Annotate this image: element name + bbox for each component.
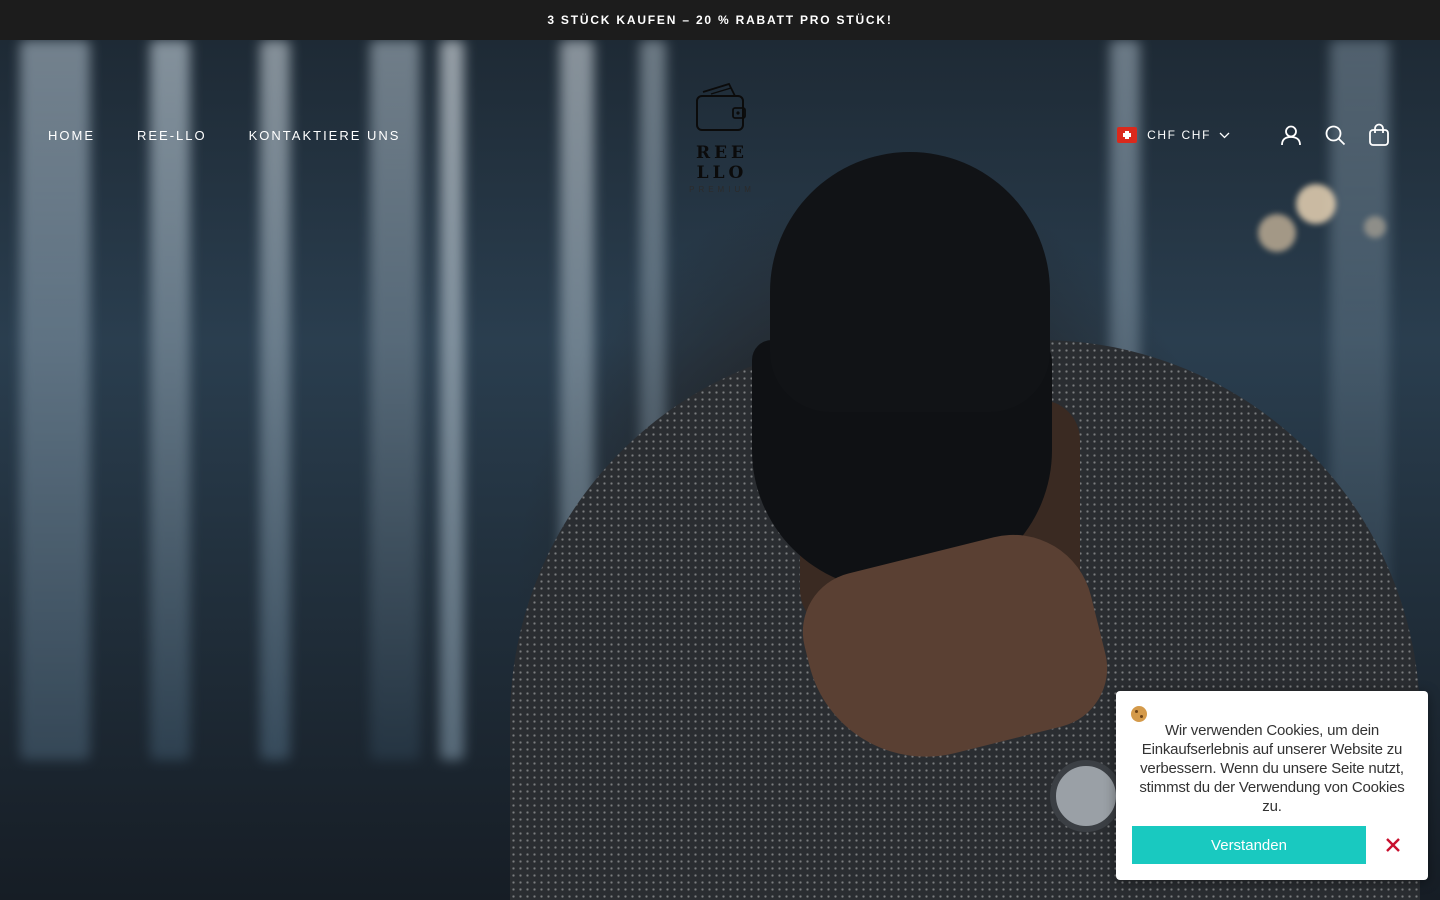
cookie-close-button[interactable] xyxy=(1382,834,1404,856)
site-logo[interactable]: REE LLO PREMIUM xyxy=(668,82,776,194)
cookie-banner: Wir verwenden Cookies, um dein Einkaufse… xyxy=(1116,691,1428,880)
nav-item-home[interactable]: HOME xyxy=(48,128,95,143)
main-nav: HOME REE-LLO KONTAKTIERE UNS xyxy=(48,128,400,143)
wallet-icon xyxy=(696,82,746,131)
user-icon xyxy=(1281,125,1301,146)
switzerland-flag-icon xyxy=(1117,127,1138,143)
account-button[interactable] xyxy=(1278,122,1304,148)
shopping-bag-icon xyxy=(1369,123,1389,146)
figure-watch xyxy=(1050,760,1122,832)
search-button[interactable] xyxy=(1322,122,1348,148)
cart-button[interactable] xyxy=(1366,122,1392,148)
currency-selector[interactable]: CHF CHF xyxy=(1117,127,1230,143)
chevron-down-icon xyxy=(1219,132,1230,138)
cookie-accept-button[interactable]: Verstanden xyxy=(1132,826,1366,864)
logo-wordmark: REE LLO xyxy=(695,143,749,183)
logo-tagline: PREMIUM xyxy=(689,185,755,194)
cookie-icon xyxy=(1131,706,1147,722)
nav-item-kontakt[interactable]: KONTAKTIERE UNS xyxy=(249,128,401,143)
search-icon xyxy=(1325,125,1346,146)
announcement-text: 3 STÜCK KAUFEN – 20 % RABATT PRO STÜCK! xyxy=(547,13,893,27)
cookie-message: Wir verwenden Cookies, um dein Einkaufse… xyxy=(1139,722,1405,815)
header-actions: CHF CHF xyxy=(1117,122,1392,148)
currency-label: CHF CHF xyxy=(1147,128,1211,142)
close-icon xyxy=(1386,838,1400,852)
nav-item-ree-llo[interactable]: REE-LLO xyxy=(137,128,207,143)
announcement-bar: 3 STÜCK KAUFEN – 20 % RABATT PRO STÜCK! xyxy=(0,0,1440,40)
site-header: HOME REE-LLO KONTAKTIERE UNS REE LLO PRE… xyxy=(0,40,1440,230)
